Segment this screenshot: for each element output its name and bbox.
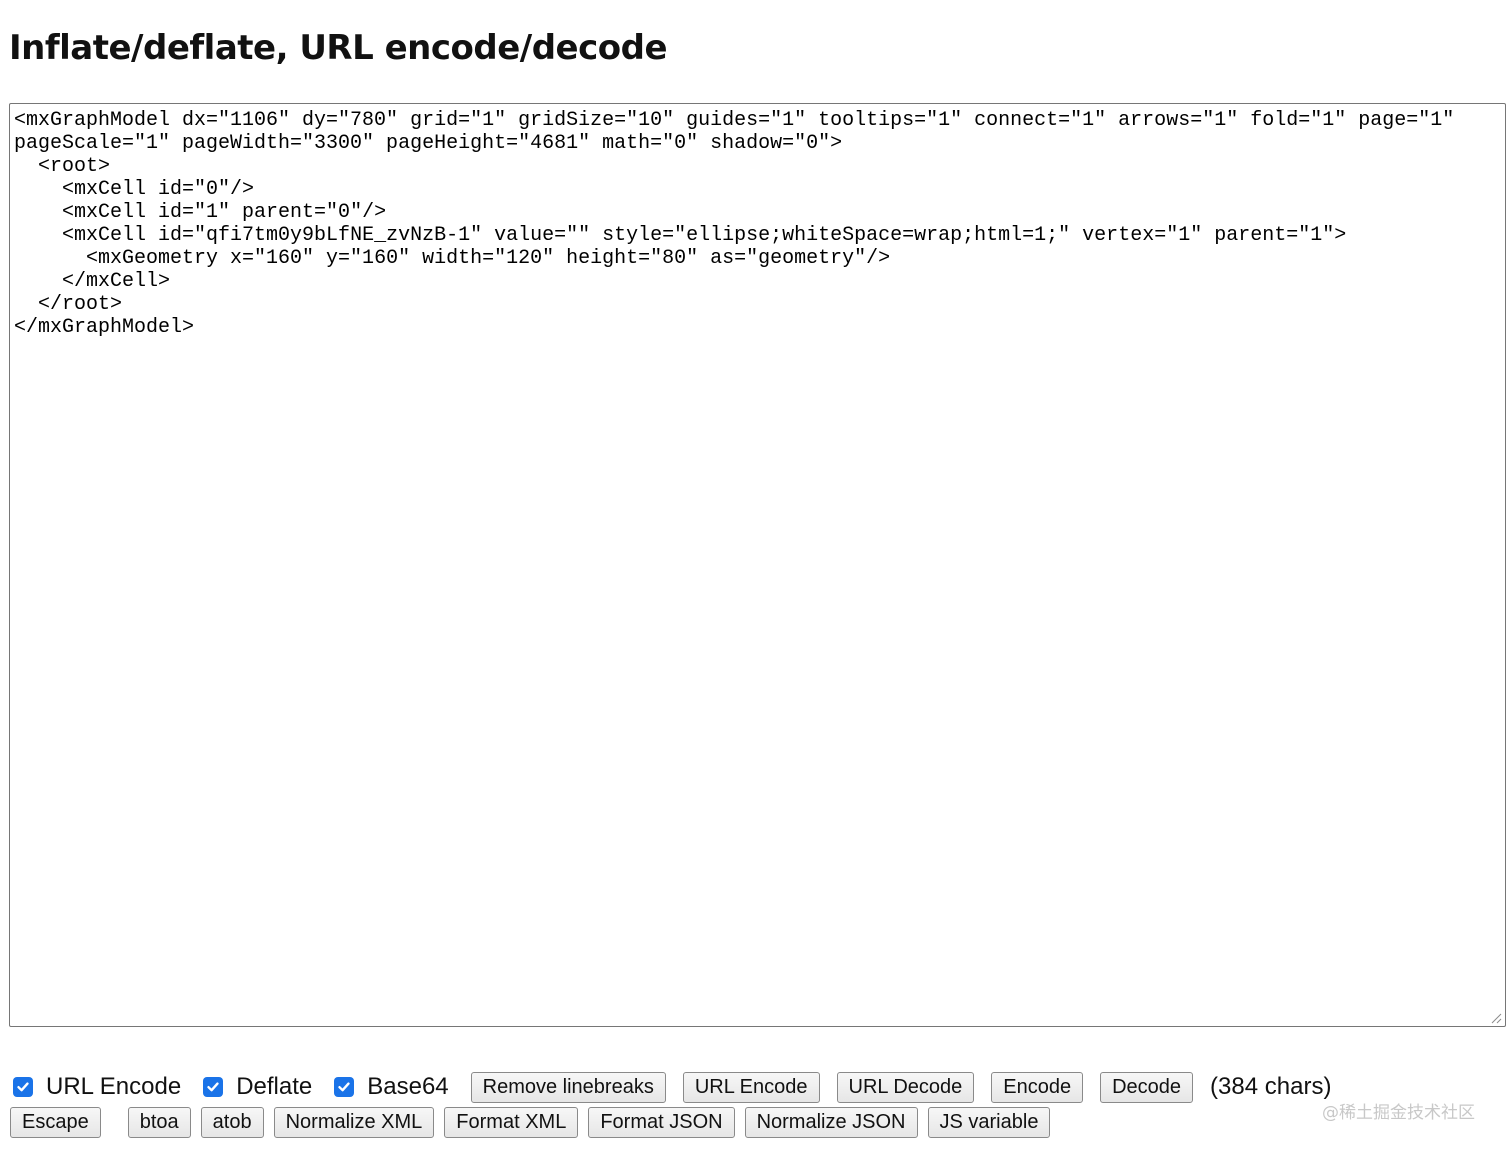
- base64-option[interactable]: Base64: [334, 1073, 449, 1101]
- url-encode-label: URL Encode: [46, 1073, 182, 1100]
- base64-label: Base64: [367, 1073, 449, 1100]
- char-count: (384 chars): [1210, 1073, 1332, 1100]
- url-encode-button[interactable]: URL Encode: [682, 1071, 820, 1103]
- xml-textarea[interactable]: <mxGraphModel dx="1106" dy="780" grid="1…: [9, 103, 1506, 1027]
- checkmark-icon: [207, 1082, 219, 1092]
- url-decode-button[interactable]: URL Decode: [836, 1071, 975, 1103]
- decode-button[interactable]: Decode: [1100, 1071, 1194, 1103]
- checkmark-icon: [17, 1082, 29, 1092]
- base64-checkbox[interactable]: [334, 1077, 355, 1097]
- deflate-label: Deflate: [236, 1073, 313, 1100]
- deflate-option[interactable]: Deflate: [203, 1073, 312, 1101]
- format-xml-button[interactable]: Format XML: [444, 1107, 579, 1138]
- format-json-button[interactable]: Format JSON: [588, 1107, 735, 1138]
- remove-linebreaks-button[interactable]: Remove linebreaks: [470, 1071, 666, 1103]
- deflate-checkbox[interactable]: [203, 1077, 224, 1097]
- escape-button[interactable]: Escape: [10, 1107, 101, 1138]
- encode-button[interactable]: Encode: [991, 1071, 1084, 1103]
- controls-row-primary: URL Encode Deflate Base64 Remove linebre…: [13, 1069, 1331, 1105]
- checkmark-icon: [338, 1082, 350, 1092]
- normalize-json-button[interactable]: Normalize JSON: [744, 1107, 918, 1138]
- url-encode-checkbox[interactable]: [13, 1077, 33, 1097]
- url-encode-option[interactable]: URL Encode: [13, 1073, 181, 1101]
- page-title: Inflate/deflate, URL encode/decode: [9, 28, 668, 68]
- btoa-button[interactable]: btoa: [127, 1107, 191, 1138]
- resize-grip-icon[interactable]: [1490, 1012, 1502, 1024]
- js-variable-button[interactable]: JS variable: [927, 1107, 1051, 1138]
- controls-row-secondary: Escape btoa atob Normalize XML Format XM…: [10, 1106, 1060, 1139]
- atob-button[interactable]: atob: [200, 1107, 264, 1138]
- watermark: @稀土掘金技术社区: [1322, 1103, 1475, 1123]
- normalize-xml-button[interactable]: Normalize XML: [273, 1107, 435, 1138]
